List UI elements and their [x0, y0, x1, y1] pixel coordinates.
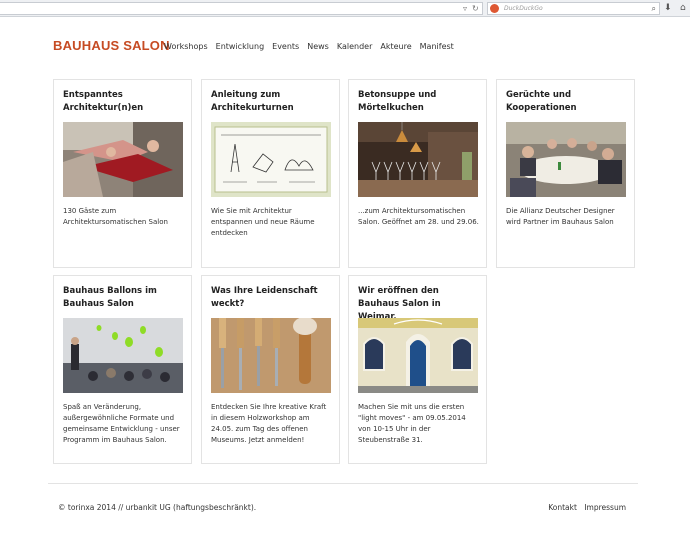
home-icon[interactable]: ⌂ [680, 2, 686, 14]
card-description: Entdecken Sie Ihre kreative Kraft in die… [211, 403, 327, 444]
card-description: Spaß an Veränderung, außergewöhnliche Fo… [63, 403, 180, 444]
card-image-balloons[interactable] [63, 318, 183, 393]
search-box[interactable]: DuckDuckGo ⌕ [487, 2, 660, 15]
card-title[interactable]: Was Ihre Leidenschaft weckt? [211, 285, 333, 311]
duckduckgo-icon [490, 4, 499, 13]
card-description: Die Allianz Deutscher Designer wird Part… [506, 207, 615, 226]
article-card[interactable]: Bauhaus Ballons im Bauhaus Salon Spaß an… [53, 275, 192, 464]
footer-links: Kontakt Impressum [543, 503, 626, 512]
search-placeholder: DuckDuckGo [504, 5, 543, 12]
footer-link-kontakt[interactable]: Kontakt [548, 503, 577, 512]
card-image-dinner[interactable] [506, 122, 626, 197]
nav-item-workshops[interactable]: Workshops [164, 42, 208, 51]
article-card[interactable]: Entspanntes Architektur(n)en 130 Gäste z… [53, 79, 192, 268]
main-nav: Workshops Entwicklung Events News Kalender Ak… [164, 42, 462, 51]
card-title[interactable]: Anleitung zum Architekurturnen [211, 89, 333, 115]
download-icon[interactable]: ⬇ [664, 2, 672, 14]
nav-item-akteure[interactable]: Akteure [380, 42, 411, 51]
nav-item-news[interactable]: News [307, 42, 329, 51]
search-icon[interactable]: ⌕ [652, 3, 656, 14]
article-card[interactable]: Anleitung zum Architekurturnen Wie Sie m… [201, 79, 340, 268]
article-card[interactable]: Wir eröffnen den Bauhaus Salon in Weimar… [348, 275, 487, 464]
nav-item-events[interactable]: Events [272, 42, 299, 51]
card-image-sketch[interactable] [211, 122, 331, 197]
article-card[interactable]: Gerüchte und Kooperationen Die Allianz D… [496, 79, 635, 268]
card-description: 130 Gäste zum Architektursomatischen Sal… [63, 207, 168, 226]
url-bar[interactable]: ▿ ↻ [0, 2, 483, 15]
browser-toolbar: ▿ ↻ DuckDuckGo ⌕ ⬇ ⌂ [0, 0, 690, 17]
article-card[interactable]: Was Ihre Leidenschaft weckt? Entdecken S… [201, 275, 340, 464]
card-title[interactable]: Bauhaus Ballons im Bauhaus Salon [63, 285, 185, 311]
card-title[interactable]: Entspanntes Architektur(n)en [63, 89, 185, 115]
card-title[interactable]: Gerüchte und Kooperationen [506, 89, 628, 115]
card-image-bar[interactable] [358, 122, 478, 197]
site-logo[interactable]: BAUHAUS SALON [53, 38, 170, 53]
footer-link-impressum[interactable]: Impressum [584, 503, 626, 512]
reload-icon[interactable]: ↻ [472, 3, 479, 14]
card-image-dancers[interactable] [63, 122, 183, 197]
footer-copyright: © torinxa 2014 // urbankit UG (haftungsb… [58, 503, 257, 512]
card-description: Machen Sie mit uns die ersten "light mov… [358, 403, 466, 444]
nav-item-entwicklung[interactable]: Entwicklung [216, 42, 265, 51]
card-title[interactable]: Betonsuppe und Mörtelkuchen [358, 89, 480, 115]
article-card[interactable]: Betonsuppe und Mörtelkuchen ...zum Archi… [348, 79, 487, 268]
card-image-chisels[interactable] [211, 318, 331, 393]
card-description: Wie Sie mit Architektur entspannen und n… [211, 207, 315, 237]
dropdown-arrow-icon[interactable]: ▿ [463, 3, 467, 14]
card-image-facade[interactable] [358, 318, 478, 393]
footer-divider [48, 483, 638, 484]
card-description: ...zum Architektursomatischen Salon. Geö… [358, 207, 479, 226]
nav-item-kalender[interactable]: Kalender [337, 42, 373, 51]
nav-item-manifest[interactable]: Manifest [420, 42, 454, 51]
